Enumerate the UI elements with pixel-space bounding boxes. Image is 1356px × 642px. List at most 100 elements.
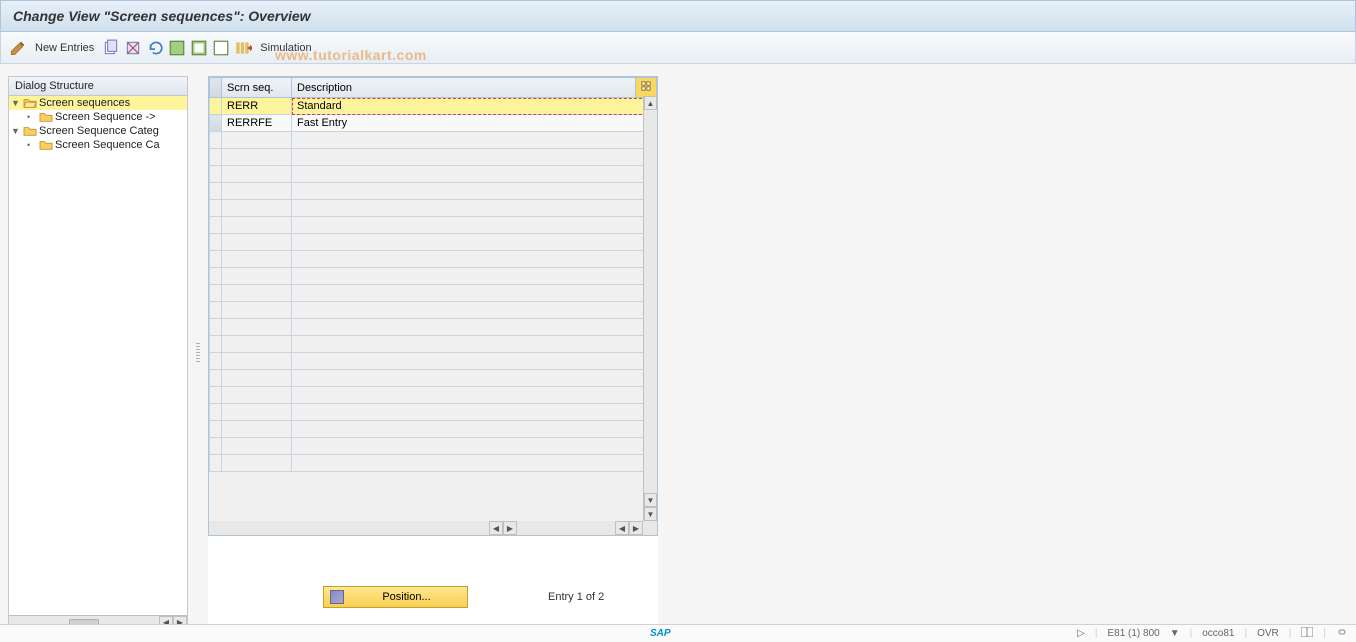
row-selector[interactable]: [210, 183, 222, 200]
table-row[interactable]: RERR Standard: [210, 98, 657, 115]
dropdown-icon[interactable]: ▼: [1170, 628, 1180, 639]
cell-description[interactable]: [292, 455, 657, 472]
cell-scrn-seq[interactable]: [222, 319, 292, 336]
tree-item-screen-sequences[interactable]: ▼ Screen sequences: [9, 96, 187, 110]
cell-description[interactable]: [292, 166, 657, 183]
cell-scrn-seq[interactable]: [222, 234, 292, 251]
cell-description[interactable]: [292, 234, 657, 251]
delete-icon[interactable]: [124, 39, 142, 57]
cell-description[interactable]: [292, 353, 657, 370]
table-row[interactable]: [210, 387, 657, 404]
row-selector[interactable]: [210, 132, 222, 149]
table-config-icon[interactable]: [636, 78, 657, 98]
copy-icon[interactable]: [102, 39, 120, 57]
cell-description[interactable]: [292, 200, 657, 217]
row-selector-header[interactable]: [210, 78, 222, 98]
row-selector[interactable]: [210, 285, 222, 302]
scroll-down-icon[interactable]: ▼: [644, 493, 657, 507]
cell-scrn-seq[interactable]: [222, 268, 292, 285]
cell-scrn-seq[interactable]: RERRFE: [222, 115, 292, 132]
row-selector[interactable]: [210, 166, 222, 183]
undo-icon[interactable]: [146, 39, 164, 57]
row-selector[interactable]: [210, 149, 222, 166]
scroll-down-icon[interactable]: ▼: [644, 507, 657, 521]
collapse-icon[interactable]: ▼: [11, 126, 21, 136]
select-block-icon[interactable]: [190, 39, 208, 57]
table-row[interactable]: [210, 421, 657, 438]
status-layout-icon[interactable]: [1301, 627, 1313, 640]
cell-description[interactable]: Standard: [292, 98, 657, 115]
cell-scrn-seq[interactable]: [222, 421, 292, 438]
cell-scrn-seq[interactable]: [222, 387, 292, 404]
cell-description[interactable]: [292, 404, 657, 421]
table-row[interactable]: [210, 336, 657, 353]
row-selector[interactable]: [210, 251, 222, 268]
row-selector[interactable]: [210, 217, 222, 234]
table-row[interactable]: [210, 438, 657, 455]
cell-description[interactable]: [292, 319, 657, 336]
row-selector[interactable]: [210, 98, 222, 115]
cell-scrn-seq[interactable]: [222, 217, 292, 234]
row-selector[interactable]: [210, 455, 222, 472]
table-row[interactable]: [210, 353, 657, 370]
cell-description[interactable]: [292, 217, 657, 234]
cell-scrn-seq[interactable]: [222, 183, 292, 200]
cell-description[interactable]: [292, 183, 657, 200]
cell-scrn-seq[interactable]: [222, 336, 292, 353]
row-selector[interactable]: [210, 115, 222, 132]
tree-item-screen-sequence-ca[interactable]: • Screen Sequence Ca: [9, 138, 187, 152]
row-selector[interactable]: [210, 421, 222, 438]
deselect-all-icon[interactable]: [212, 39, 230, 57]
tree-item-screen-sequence-categ[interactable]: ▼ Screen Sequence Categ: [9, 124, 187, 138]
table-row[interactable]: [210, 200, 657, 217]
row-selector[interactable]: [210, 234, 222, 251]
cell-scrn-seq[interactable]: [222, 438, 292, 455]
table-row[interactable]: [210, 149, 657, 166]
row-selector[interactable]: [210, 387, 222, 404]
scroll-right-icon[interactable]: ▶: [629, 521, 643, 535]
select-all-icon[interactable]: [168, 39, 186, 57]
cell-scrn-seq[interactable]: [222, 302, 292, 319]
scroll-right-icon[interactable]: ▶: [503, 521, 517, 535]
table-row[interactable]: [210, 234, 657, 251]
position-button[interactable]: Position...: [323, 586, 468, 608]
table-row[interactable]: [210, 370, 657, 387]
row-selector[interactable]: [210, 353, 222, 370]
cell-scrn-seq[interactable]: [222, 353, 292, 370]
dialog-structure-tree[interactable]: ▼ Screen sequences • Screen Sequence -> …: [8, 96, 188, 630]
table-row[interactable]: [210, 404, 657, 421]
cell-scrn-seq[interactable]: RERR: [222, 98, 292, 115]
scroll-left-icon[interactable]: ◀: [615, 521, 629, 535]
cell-description[interactable]: [292, 268, 657, 285]
tree-item-screen-sequence-child[interactable]: • Screen Sequence ->: [9, 110, 187, 124]
cell-scrn-seq[interactable]: [222, 251, 292, 268]
cell-description[interactable]: [292, 387, 657, 404]
table-row[interactable]: [210, 285, 657, 302]
new-entries-button[interactable]: New Entries: [31, 42, 98, 54]
cell-description[interactable]: [292, 421, 657, 438]
cell-description[interactable]: [292, 149, 657, 166]
table-row[interactable]: RERRFE Fast Entry: [210, 115, 657, 132]
row-selector[interactable]: [210, 268, 222, 285]
status-nav-icon[interactable]: ▷: [1077, 628, 1085, 639]
cell-description[interactable]: [292, 132, 657, 149]
cell-description[interactable]: [292, 370, 657, 387]
collapse-icon[interactable]: ▼: [11, 98, 21, 108]
cell-description[interactable]: [292, 438, 657, 455]
status-link-icon[interactable]: [1336, 627, 1348, 640]
cell-scrn-seq[interactable]: [222, 285, 292, 302]
scrollbar-track[interactable]: [644, 110, 657, 493]
cell-scrn-seq[interactable]: [222, 166, 292, 183]
configure-icon[interactable]: [234, 39, 252, 57]
row-selector[interactable]: [210, 404, 222, 421]
scroll-left-icon[interactable]: ◀: [489, 521, 503, 535]
column-header-description[interactable]: Description: [292, 78, 636, 98]
column-header-scrn-seq[interactable]: Scrn seq.: [222, 78, 292, 98]
row-selector[interactable]: [210, 336, 222, 353]
cell-scrn-seq[interactable]: [222, 370, 292, 387]
change-icon[interactable]: [9, 39, 27, 57]
cell-scrn-seq[interactable]: [222, 200, 292, 217]
table-row[interactable]: [210, 319, 657, 336]
cell-description[interactable]: [292, 285, 657, 302]
cell-scrn-seq[interactable]: [222, 149, 292, 166]
